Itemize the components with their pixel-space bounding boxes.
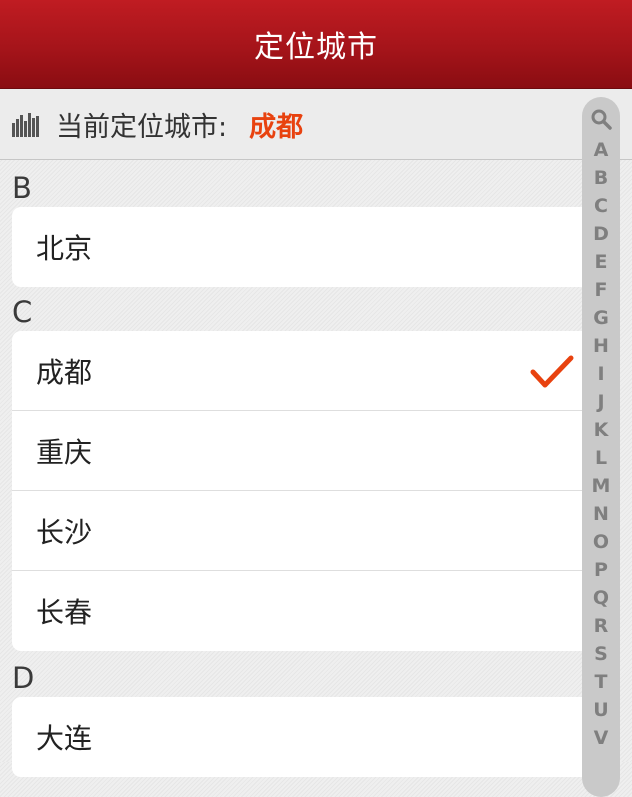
city-row[interactable]: 大连 (12, 697, 602, 777)
city-name: 北京 (36, 232, 93, 265)
navigation-bar: 定位城市 (0, 0, 632, 89)
page-title: 定位城市 (254, 30, 378, 65)
city-row[interactable]: 长沙 (12, 491, 602, 571)
city-row[interactable]: 长春 (12, 571, 602, 651)
index-letter-u[interactable]: U (582, 696, 620, 724)
city-name: 长沙 (36, 515, 93, 549)
index-letter-d[interactable]: D (582, 220, 620, 248)
index-letter-t[interactable]: T (582, 668, 620, 696)
index-letter-c[interactable]: C (582, 192, 620, 220)
index-letter-f[interactable]: F (582, 276, 620, 304)
city-row[interactable]: 北京 (12, 207, 602, 287)
index-letter-g[interactable]: G (582, 304, 620, 332)
city-name: 成都 (36, 355, 93, 389)
index-letter-s[interactable]: S (582, 640, 620, 668)
section-header-c: C (12, 295, 33, 329)
index-letter-l[interactable]: L (582, 444, 620, 472)
current-location-label: 当前定位城市: (56, 111, 228, 143)
alphabet-index: ABCDEFGHIJKLMNOPQRSTUV (582, 108, 620, 752)
city-name: 大连 (36, 722, 93, 755)
index-letter-q[interactable]: Q (582, 584, 620, 612)
index-letter-i[interactable]: I (582, 360, 620, 388)
city-name: 重庆 (36, 435, 93, 469)
city-row[interactable]: 重庆 (12, 411, 602, 491)
city-group-b: 北京 (12, 207, 602, 287)
current-location-bar: 当前定位城市: 成都 (0, 89, 632, 160)
section-header-b: B (12, 171, 32, 205)
index-letter-k[interactable]: K (582, 416, 620, 444)
section-header-d: D (12, 661, 35, 695)
index-letter-r[interactable]: R (582, 612, 620, 640)
index-letter-b[interactable]: B (582, 164, 620, 192)
city-row-selected[interactable]: 成都 (12, 331, 602, 411)
index-letter-p[interactable]: P (582, 556, 620, 584)
city-name: 长春 (36, 596, 93, 629)
index-letter-m[interactable]: M (582, 472, 620, 500)
index-letter-o[interactable]: O (582, 528, 620, 556)
current-city[interactable]: 成都 (249, 105, 303, 144)
city-group-d: 大连 (12, 697, 602, 777)
signal-bars-icon (12, 113, 39, 137)
index-letter-e[interactable]: E (582, 248, 620, 276)
index-letter-n[interactable]: N (582, 500, 620, 528)
checkmark-icon (530, 355, 574, 388)
index-letter-h[interactable]: H (582, 332, 620, 360)
search-icon[interactable] (590, 108, 612, 130)
index-letter-j[interactable]: J (582, 388, 620, 416)
city-group-c: 成都 重庆 长沙 长春 (12, 331, 602, 651)
index-letter-v[interactable]: V (582, 724, 620, 752)
index-letter-a[interactable]: A (582, 136, 620, 164)
